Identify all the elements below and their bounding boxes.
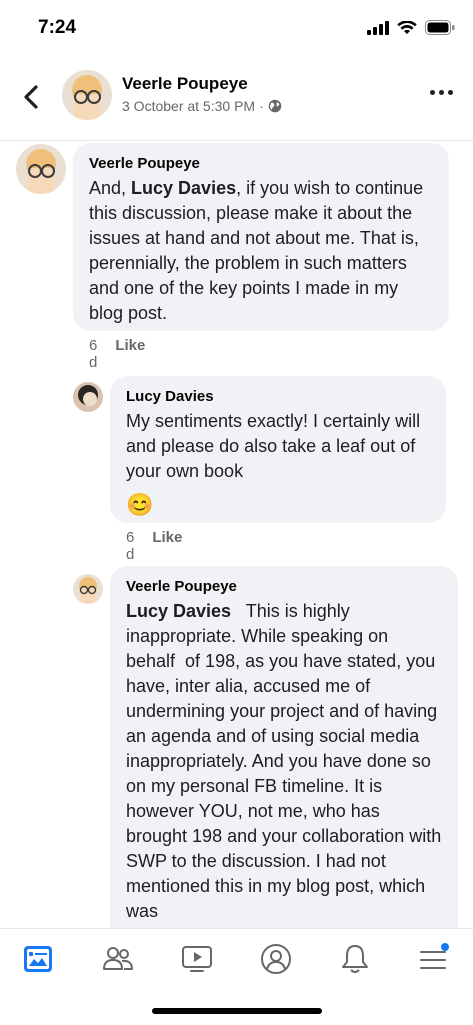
watch-icon	[182, 946, 212, 972]
comment-avatar[interactable]	[73, 382, 103, 412]
comment-actions: 6 d Like	[89, 337, 145, 371]
chevron-left-icon	[24, 85, 38, 109]
comment-avatar[interactable]	[73, 574, 103, 604]
nav-watch[interactable]	[177, 941, 217, 977]
more-dot-icon	[448, 90, 453, 95]
more-options-button[interactable]	[430, 90, 453, 95]
more-dot-icon	[439, 90, 444, 95]
status-icons	[367, 20, 455, 35]
status-time: 7:24	[38, 17, 77, 38]
smile-emoji-icon: 😊	[126, 492, 154, 517]
comment-bubble[interactable]: Veerle Poupeye Lucy Davies This is highl…	[110, 566, 458, 966]
like-button[interactable]: Like	[115, 337, 145, 371]
comment-avatar[interactable]	[16, 144, 66, 194]
post-author-name[interactable]: Veerle Poupeye	[122, 74, 248, 94]
comment-bubble[interactable]: Veerle Poupeye And, Lucy Davies, if you …	[73, 143, 449, 331]
mention-link[interactable]: Lucy Davies	[126, 601, 231, 621]
nav-menu[interactable]	[414, 941, 454, 977]
avatar[interactable]	[62, 70, 112, 120]
post-meta: 3 October at 5:30 PM ·	[122, 98, 282, 114]
back-button[interactable]	[18, 82, 44, 112]
profile-icon	[261, 944, 291, 974]
avatar-image	[16, 144, 66, 194]
nav-profile[interactable]	[256, 941, 296, 977]
home-indicator[interactable]	[152, 1008, 322, 1014]
comment-bubble[interactable]: Lucy Davies My sentiments exactly! I cer…	[110, 376, 446, 523]
comment-text-prefix: And,	[89, 178, 132, 198]
comment-text-body: This is highly inappropriate. While spea…	[126, 601, 447, 921]
friends-icon	[103, 947, 133, 970]
post-date[interactable]: 3 October at 5:30 PM	[122, 98, 255, 114]
bell-icon	[342, 945, 368, 973]
nav-news-feed[interactable]	[18, 941, 58, 977]
globe-icon	[268, 99, 282, 113]
comment-author[interactable]: Veerle Poupeye	[89, 155, 433, 172]
mention-link[interactable]: Lucy Davies	[131, 178, 236, 198]
comment-actions: 6 d Like	[126, 529, 182, 563]
post-header: Veerle Poupeye 3 October at 5:30 PM ·	[0, 56, 473, 141]
avatar-image	[73, 574, 103, 604]
battery-icon	[425, 20, 455, 35]
wifi-icon	[397, 20, 417, 34]
nav-friends[interactable]	[98, 941, 138, 977]
avatar-image	[73, 382, 103, 412]
nav-notifications[interactable]	[335, 941, 375, 977]
status-bar: 7:24	[0, 0, 473, 56]
comment-age: 6 d	[126, 529, 135, 563]
comment-age: 6 d	[89, 337, 98, 371]
comment-author[interactable]: Lucy Davies	[126, 388, 430, 405]
meta-separator: ·	[259, 98, 264, 114]
news-feed-icon	[24, 946, 52, 972]
signal-icon	[367, 20, 389, 35]
like-button[interactable]: Like	[152, 529, 182, 563]
comment-text: My sentiments exactly! I certainly will …	[126, 411, 421, 481]
comment-text: Lucy Davies This is highly inappropriate…	[126, 599, 442, 924]
comment-text: And, Lucy Davies, if you wish to continu…	[89, 176, 433, 326]
menu-icon	[420, 943, 449, 969]
avatar-image	[62, 70, 112, 120]
comment-author[interactable]: Veerle Poupeye	[126, 578, 442, 595]
more-dot-icon	[430, 90, 435, 95]
comment-text-body: , if you wish to continue this discussio…	[89, 178, 424, 323]
